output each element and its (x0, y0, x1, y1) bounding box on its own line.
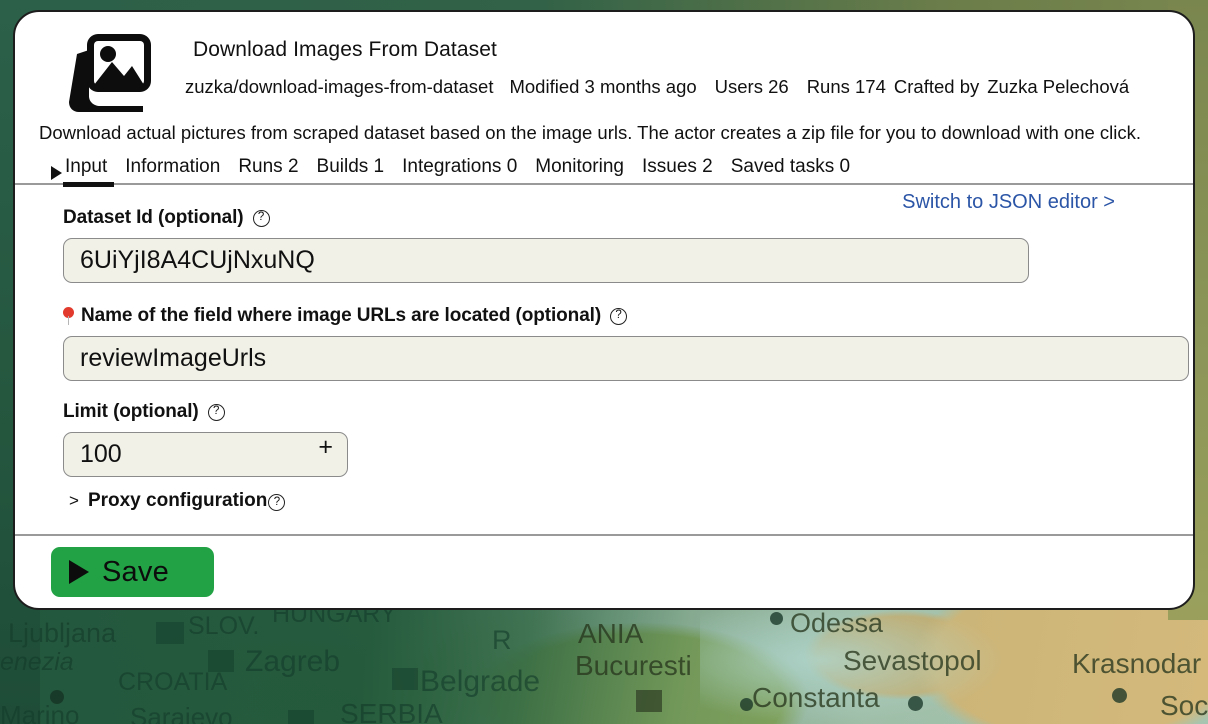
field-dataset-id-label-text: Dataset Id (optional) (63, 207, 244, 228)
map-dot (908, 696, 923, 711)
field-limit-label-text: Limit (optional) (63, 401, 199, 422)
help-icon[interactable]: ? (268, 494, 286, 511)
input-form: Switch to JSON editor > Dataset Id (opti… (15, 185, 1193, 536)
tab-integrations-0[interactable]: Integrations 0 (393, 156, 526, 183)
actor-description: Download actual pictures from scraped da… (39, 122, 1142, 143)
actor-slug[interactable]: zuzka/download-images-from-dataset (185, 76, 493, 98)
tab-bar: Input Information Runs 2 Builds 1 Integratio… (15, 144, 1193, 187)
tab-monitoring[interactable]: Monitoring (526, 156, 633, 183)
map-place-label: Soc (1160, 690, 1208, 721)
dataset-id-value: 6UiYjI8A4CUjNxuNQ (80, 246, 315, 274)
map-place-label: SERBIA (340, 698, 443, 724)
help-icon[interactable]: ? (207, 403, 225, 421)
limit-input[interactable]: 100 + (63, 432, 348, 477)
map-place-label: R (492, 625, 512, 655)
field-image-urls-name: Name of the field where image URLs are l… (63, 305, 1189, 381)
map-place-label: Bucuresti (575, 650, 692, 681)
field-image-urls-name-label: Name of the field where image URLs are l… (63, 305, 1179, 327)
save-button[interactable]: Save (51, 547, 214, 597)
image-urls-field-value: reviewImageUrls (80, 344, 267, 372)
tab-issues-2[interactable]: Issues 2 (633, 156, 722, 183)
pin-icon (63, 307, 74, 325)
tab-input[interactable]: Input (63, 156, 116, 187)
tab-builds-1[interactable]: Builds 1 (308, 156, 394, 183)
limit-value: 100 (80, 440, 122, 468)
field-image-urls-name-label-text: Name of the field where image URLs are l… (81, 305, 602, 326)
map-dot (1112, 688, 1127, 703)
map-place-label: ANIA (578, 618, 644, 649)
map-place-label: Belgrade (420, 665, 541, 698)
image-urls-field-input[interactable]: reviewImageUrls (63, 336, 1189, 381)
crafted-by-label: Crafted by (893, 76, 980, 97)
map-dot (50, 690, 64, 704)
mouse-cursor-icon (51, 166, 62, 180)
save-button-label: Save (102, 555, 169, 588)
tab-saved-tasks-0[interactable]: Saved tasks 0 (722, 156, 859, 183)
tab-information[interactable]: Information (116, 156, 229, 183)
modified-date: Modified 3 months ago (509, 76, 697, 97)
runs-count: Runs 174 (806, 76, 886, 97)
card-header: Download Images From Dataset zuzka/downl… (15, 12, 1193, 112)
images-icon (67, 30, 159, 112)
map-city-marker (392, 668, 418, 690)
map-dot (740, 698, 753, 711)
play-icon (69, 560, 89, 584)
proxy-configuration-toggle[interactable]: > Proxy configuration ? (69, 490, 1179, 512)
field-limit: Limit (optional) ? 100 + (63, 401, 1179, 477)
card-footer: Save (15, 536, 1193, 608)
users-count: Users 26 (714, 76, 789, 97)
map-dot (770, 612, 783, 625)
map-city-marker (288, 710, 314, 724)
proxy-configuration-label: Proxy configuration (87, 490, 268, 511)
map-city-marker (636, 690, 662, 712)
map-city-marker (208, 650, 234, 672)
map-place-label: Sarajevo (130, 702, 233, 724)
map-place-label: SLOV. (188, 612, 260, 640)
metadata-row: zuzka/download-images-from-dataset Modif… (185, 76, 1183, 98)
limit-increment-button[interactable]: + (318, 435, 333, 460)
map-city-marker (156, 622, 184, 644)
actor-detail-card: Download Images From Dataset zuzka/downl… (13, 10, 1195, 610)
tab-runs-2[interactable]: Runs 2 (229, 156, 307, 183)
dataset-id-input[interactable]: 6UiYjI8A4CUjNxuNQ (63, 238, 1029, 283)
author-name[interactable]: Zuzka Pelechová (987, 76, 1129, 98)
help-icon[interactable]: ? (252, 209, 270, 227)
switch-to-json-editor-link[interactable]: Switch to JSON editor > (902, 191, 1115, 214)
map-place-label: Zagreb (245, 645, 341, 678)
page-title: Download Images From Dataset (193, 38, 497, 61)
header-text-block: Download Images From Dataset zuzka/downl… (181, 26, 1183, 98)
help-icon[interactable]: ? (610, 307, 628, 325)
chevron-right-icon: > (69, 491, 79, 510)
field-limit-label: Limit (optional) ? (63, 401, 1179, 423)
map-place-label: CROATIA (118, 668, 228, 696)
